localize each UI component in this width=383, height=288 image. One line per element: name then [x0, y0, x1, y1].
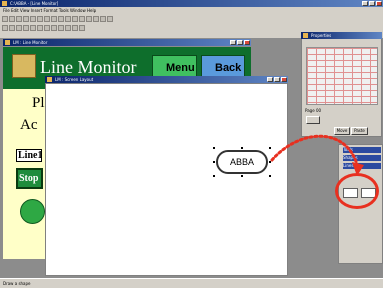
annotation-arrow	[270, 134, 364, 176]
status-bar: Draw a shape	[0, 278, 383, 288]
